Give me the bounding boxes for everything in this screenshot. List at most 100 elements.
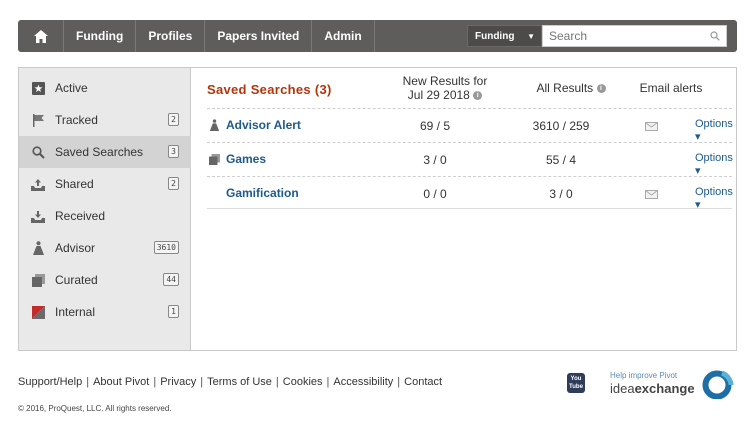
sidebar-item-label: Active [55, 81, 88, 95]
footer-link-terms[interactable]: Terms of Use [207, 376, 272, 388]
sidebar-item-received[interactable]: Received [19, 200, 191, 232]
youtube-you: You [570, 376, 582, 382]
nav-admin[interactable]: Admin [312, 20, 375, 52]
new-results-value: 69 / 5 [419, 119, 451, 133]
search-input[interactable] [549, 29, 699, 43]
options-dropdown[interactable]: Options ▾ [695, 152, 733, 177]
sidebar-item-label: Internal [55, 305, 96, 319]
footer-link-support[interactable]: Support/Help [18, 376, 82, 388]
sidebar-item-label: Advisor [55, 241, 96, 255]
info-icon[interactable]: i [473, 91, 483, 101]
footer-link-cookies[interactable]: Cookies [283, 376, 323, 388]
col-header-email-alerts: Email alerts [639, 81, 703, 95]
caret-down-icon: ▼ [527, 31, 535, 41]
footer-separator: | [200, 376, 204, 388]
help-improve-text[interactable]: Help improve Pivot [610, 371, 677, 380]
search-box [542, 25, 727, 47]
count-badge: 2 [168, 177, 179, 190]
sidebar-item-label: Saved Searches [55, 145, 144, 159]
all-results-value: 3 / 0 [549, 187, 573, 201]
advisor-icon [31, 240, 45, 255]
top-nav-bar: Funding Profiles Papers Invited Admin Fu… [18, 20, 737, 52]
advisor-icon [207, 118, 221, 132]
sidebar-item-saved-searches[interactable]: Saved Searches 3 [19, 136, 191, 168]
saved-search-link[interactable]: Games [207, 152, 266, 166]
col-header-new-line2: Jul 29 2018 [407, 88, 470, 102]
all-results-value: 3610 / 259 [532, 119, 590, 133]
curated-stack-icon [31, 273, 45, 287]
new-results-value: 3 / 0 [423, 153, 447, 167]
saved-search-link[interactable]: Gamification [226, 186, 299, 200]
sidebar-item-label: Shared [55, 177, 94, 191]
idea-text: idea [610, 381, 635, 396]
col-header-all-results: All Results i [521, 81, 621, 95]
table-row: Games 3 / 0 55 / 4 Options ▾ [207, 142, 733, 177]
count-badge: 3610 [153, 241, 179, 254]
sidebar-item-active[interactable]: Active [19, 72, 191, 104]
sidebar-item-label: Tracked [55, 113, 98, 127]
exchange-text: exchange [634, 381, 695, 396]
copyright-text: © 2016, ProQuest, LLC. All rights reserv… [18, 404, 172, 413]
sidebar-item-label: Curated [55, 273, 98, 287]
search-scope-value: Funding [475, 30, 515, 42]
section-title: Saved Searches (3) [207, 82, 332, 97]
youtube-tube: Tube [569, 384, 583, 390]
options-label: Options [695, 118, 733, 130]
home-button[interactable] [18, 20, 64, 52]
info-icon[interactable]: i [596, 84, 606, 94]
sidebar-item-internal[interactable]: Internal 1 [19, 296, 191, 328]
col-header-all-label: All Results [536, 81, 594, 95]
nav-funding[interactable]: Funding [64, 20, 137, 52]
shared-tray-icon [31, 177, 45, 191]
sidebar-item-advisor[interactable]: Advisor 3610 [19, 232, 191, 264]
internal-flag-icon [31, 305, 45, 319]
nav-papers-invited[interactable]: Papers Invited [205, 20, 313, 52]
footer-separator: | [153, 376, 157, 388]
page-right-border [745, 0, 753, 421]
saved-searches-content: Saved Searches (3) New Results for Jul 2… [207, 68, 734, 350]
options-label: Options [695, 186, 733, 198]
home-icon [33, 29, 48, 43]
footer-link-accessibility[interactable]: Accessibility [333, 376, 393, 388]
saved-search-name: Gamification [226, 186, 299, 200]
curated-stack-icon [207, 153, 221, 165]
page-top-border [0, 0, 753, 9]
footer-separator: | [86, 376, 90, 388]
sidebar-item-shared[interactable]: Shared 2 [19, 168, 191, 200]
new-results-value: 0 / 0 [423, 187, 447, 201]
count-badge: 44 [163, 273, 179, 286]
footer-link-privacy[interactable]: Privacy [160, 376, 196, 388]
search-group: Funding ▼ [467, 20, 737, 52]
footer-link-about[interactable]: About Pivot [93, 376, 149, 388]
sidebar-item-tracked[interactable]: Tracked 2 [19, 104, 191, 136]
col-header-new-line1: New Results for [402, 74, 488, 88]
sidebar-item-label: Received [55, 209, 106, 223]
search-scope-select[interactable]: Funding ▼ [467, 25, 542, 47]
email-alert-icon[interactable] [645, 120, 658, 134]
sidebar: Active Tracked 2 Saved Searches 3 Shared… [19, 68, 191, 350]
active-icon [31, 81, 45, 95]
saved-search-name: Games [226, 152, 267, 166]
footer-link-contact[interactable]: Contact [404, 376, 442, 388]
count-badge: 3 [168, 145, 179, 158]
pivot-logo-icon [700, 369, 734, 402]
flag-icon [31, 113, 45, 127]
col-header-new-results: New Results for Jul 29 2018 i [395, 74, 495, 102]
main-panel: Active Tracked 2 Saved Searches 3 Shared… [18, 67, 737, 351]
table-bottom-divider [207, 208, 732, 209]
table-row: Advisor Alert 69 / 5 3610 / 259 Options … [207, 108, 733, 143]
footer-links: Support/Help | About Pivot | Privacy | Terms o… [18, 376, 442, 388]
ideaexchange-logo[interactable]: ideaexchange [610, 381, 695, 396]
options-dropdown[interactable]: Options ▾ [695, 118, 733, 143]
youtube-icon[interactable]: You Tube [567, 373, 585, 393]
email-alert-icon[interactable] [645, 188, 658, 202]
sidebar-item-curated[interactable]: Curated 44 [19, 264, 191, 296]
count-badge: 2 [168, 113, 179, 126]
options-label: Options [695, 152, 733, 164]
saved-search-link[interactable]: Advisor Alert [207, 118, 301, 132]
caret-down-icon: ▾ [695, 199, 701, 211]
received-tray-icon [31, 209, 45, 223]
search-icon[interactable] [710, 31, 720, 41]
nav-profiles[interactable]: Profiles [136, 20, 206, 52]
